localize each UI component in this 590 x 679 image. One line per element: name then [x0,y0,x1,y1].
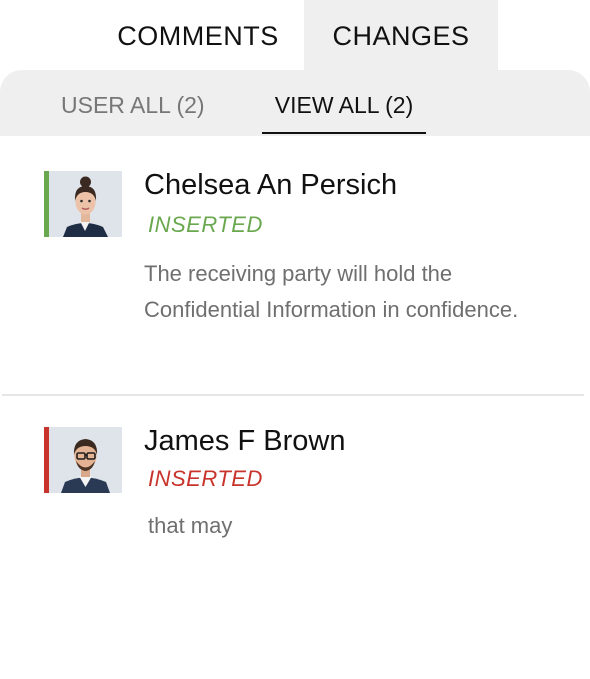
change-entry[interactable]: James F Brown INSERTED that may [0,396,590,596]
male-avatar-photo-icon [49,427,122,493]
tab-user-all[interactable]: USER ALL (2) [61,70,205,132]
tab-comments[interactable]: COMMENTS [100,0,296,70]
change-author-name: Chelsea An Persich [144,169,398,201]
tab-view-all[interactable]: VIEW ALL (2) [262,70,426,134]
change-entry[interactable]: Chelsea An Persich INSERTED The receivin… [0,136,590,395]
change-author-name: James F Brown [144,425,346,457]
change-text: The receiving party will hold the Confid… [144,261,519,322]
change-text: that may [148,513,233,538]
top-tab-bar: COMMENTS CHANGES [0,0,590,70]
change-status-label: INSERTED [148,466,263,491]
tab-changes[interactable]: CHANGES [304,0,498,70]
change-status-label: INSERTED [148,212,263,237]
female-avatar-photo-icon [49,171,122,237]
filter-tab-bar: USER ALL (2) VIEW ALL (2) [0,70,590,136]
